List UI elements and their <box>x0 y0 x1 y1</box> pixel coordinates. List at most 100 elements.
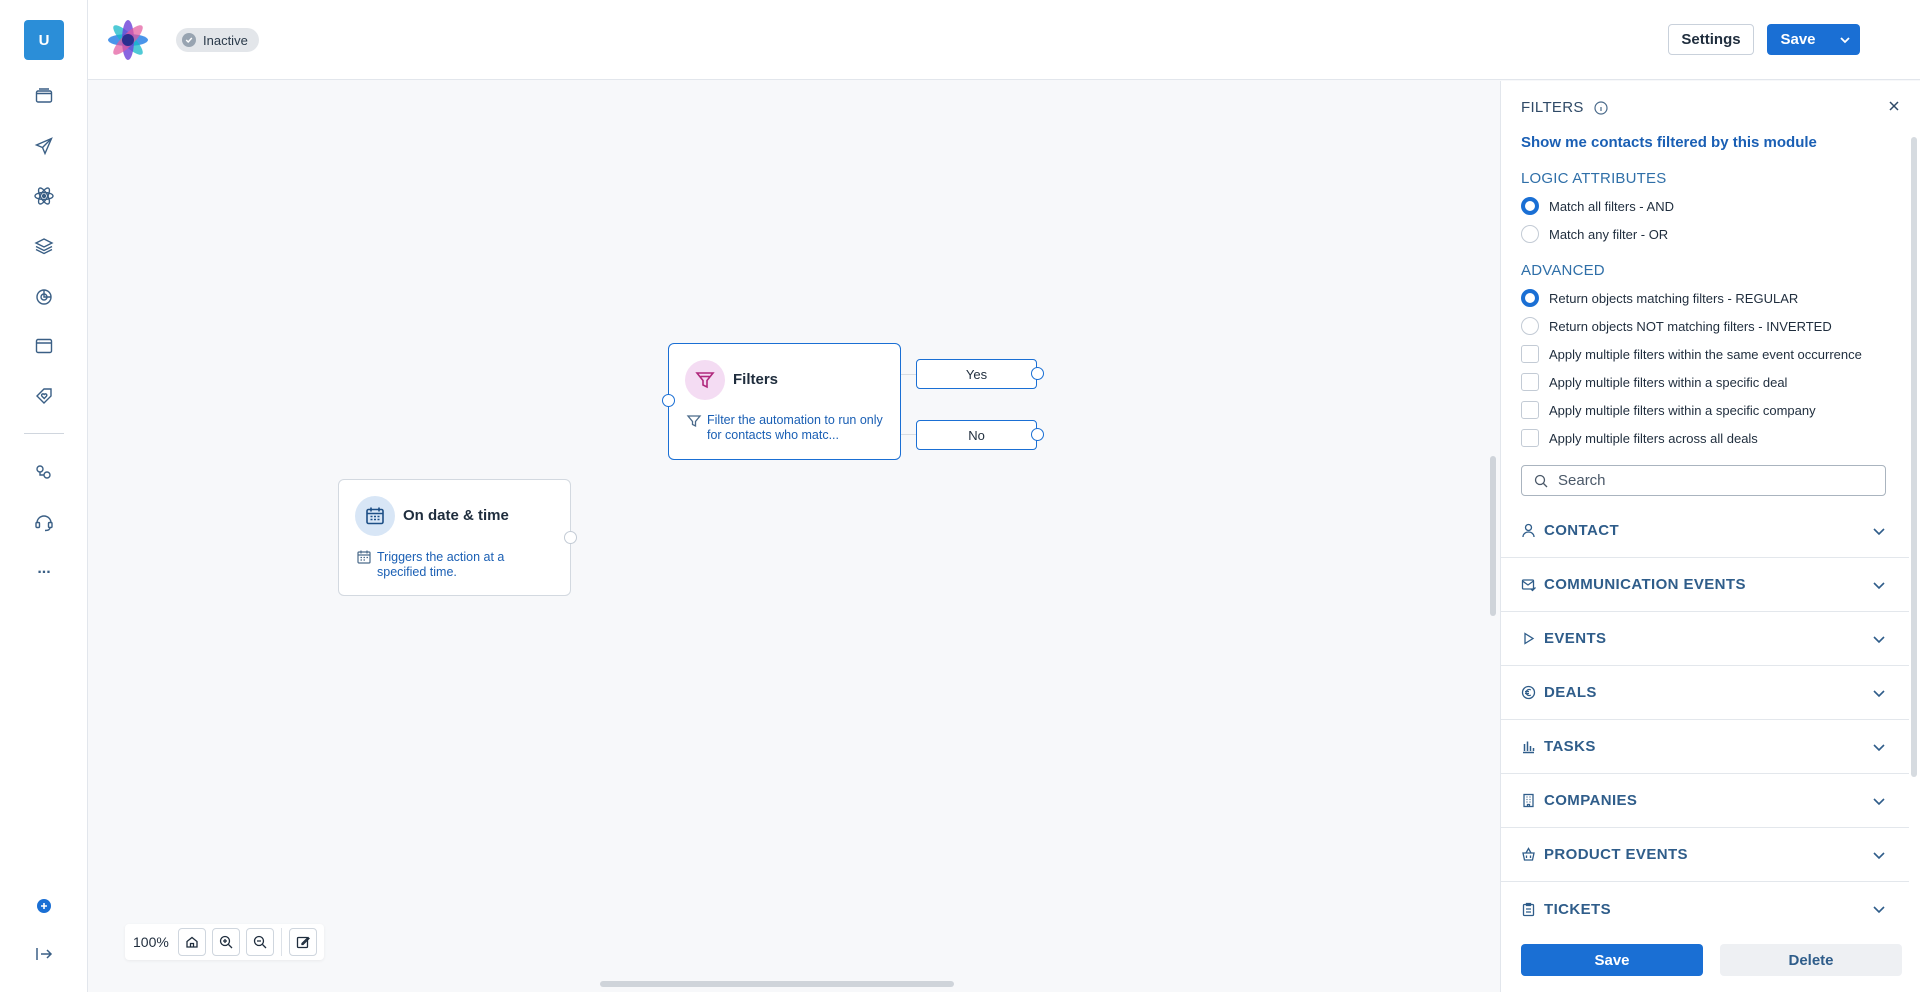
section-label: CONTACT <box>1544 522 1620 539</box>
calendar-small-icon <box>357 550 371 564</box>
automation-editor: U ... Inactive Settings Save Filters Fil… <box>0 0 1920 992</box>
specific-company-checkbox[interactable]: Apply multiple filters within a specific… <box>1521 401 1816 419</box>
zoom-toolbar-divider <box>280 928 282 956</box>
filters-input-port[interactable] <box>662 394 675 407</box>
building-icon <box>1520 793 1536 809</box>
sidebar-item-integrations[interactable] <box>29 457 59 487</box>
radio-button[interactable] <box>1521 317 1539 335</box>
user-avatar[interactable]: U <box>24 20 64 60</box>
sidebar-item-layers[interactable] <box>29 231 59 261</box>
option-label: Match any filter - OR <box>1549 226 1669 242</box>
branch-yes[interactable]: Yes <box>916 359 1037 389</box>
canvas-vertical-scrollbar[interactable] <box>1490 456 1496 616</box>
left-sidebar: U ... <box>0 0 88 992</box>
panel-scrollbar[interactable] <box>1911 137 1917 777</box>
same-event-checkbox[interactable]: Apply multiple filters within the same e… <box>1521 345 1862 363</box>
advanced-title: ADVANCED <box>1521 262 1605 279</box>
tag-heart-icon <box>36 388 52 404</box>
sidebar-item-folder[interactable] <box>29 81 59 111</box>
info-icon[interactable] <box>1594 100 1608 115</box>
trigger-node[interactable]: On date & time Triggers the action at a … <box>338 479 571 596</box>
sidebar-item-loyalty[interactable] <box>29 381 59 411</box>
option-label: Apply multiple filters within the same e… <box>1549 346 1862 362</box>
regular-radio[interactable]: Return objects matching filters - REGULA… <box>1521 289 1798 307</box>
key-icon <box>36 465 51 479</box>
logic-and-radio[interactable]: Match all filters - AND <box>1521 197 1674 215</box>
pie-chart-icon <box>36 289 52 305</box>
section-label: TICKETS <box>1544 900 1611 918</box>
sidebar-item-add[interactable] <box>29 891 59 921</box>
section-tasks[interactable]: TASKS <box>1501 720 1909 774</box>
panel-save-button[interactable]: Save <box>1521 944 1703 976</box>
zoom-in-button[interactable] <box>211 928 240 956</box>
panel-close-icon[interactable] <box>1887 99 1901 113</box>
section-deals[interactable]: DEALS <box>1501 666 1909 720</box>
fit-view-button[interactable] <box>177 928 206 956</box>
logic-or-radio[interactable]: Match any filter - OR <box>1521 225 1668 243</box>
calendar-icon <box>355 496 395 536</box>
save-options-button[interactable] <box>1829 24 1860 55</box>
checkbox[interactable] <box>1521 429 1539 447</box>
add-circle-icon <box>37 899 51 913</box>
inverted-radio[interactable]: Return objects NOT matching filters - IN… <box>1521 317 1832 335</box>
sidebar-item-reports[interactable] <box>29 281 59 311</box>
section-contact[interactable]: CONTACT <box>1501 504 1909 558</box>
sidebar-item-support[interactable] <box>29 507 59 537</box>
mail-check-icon <box>1520 577 1536 593</box>
option-label: Return objects matching filters - REGULA… <box>1549 290 1799 306</box>
workflow-canvas[interactable]: Filters Filter the automation to run onl… <box>88 81 1500 992</box>
chevron-down-icon <box>1873 744 1885 752</box>
show-contacts-link[interactable]: Show me contacts filtered by this module <box>1521 134 1817 151</box>
edit-button[interactable] <box>288 928 317 956</box>
radio-button[interactable] <box>1521 197 1539 215</box>
filters-panel: FILTERS Show me contacts filtered by thi… <box>1500 81 1920 992</box>
panel-delete-button[interactable]: Delete <box>1720 944 1902 976</box>
section-tickets[interactable]: TICKETS <box>1501 882 1909 936</box>
settings-button[interactable]: Settings <box>1668 24 1754 55</box>
filters-node[interactable]: Filters Filter the automation to run onl… <box>668 343 901 460</box>
section-communication-events[interactable]: COMMUNICATION EVENTS <box>1501 558 1909 612</box>
all-deals-checkbox[interactable]: Apply multiple filters across all deals <box>1521 429 1758 447</box>
trigger-node-title: On date & time <box>403 507 509 524</box>
chevron-down-icon <box>1873 852 1885 860</box>
home-icon <box>186 936 198 948</box>
trigger-output-port[interactable] <box>564 531 577 544</box>
radio-button[interactable] <box>1521 289 1539 307</box>
sidebar-item-more[interactable]: ... <box>29 554 59 584</box>
play-icon <box>1520 631 1536 647</box>
chevron-down-icon <box>1873 906 1885 914</box>
filters-node-description: Filter the automation to run only for co… <box>707 413 883 442</box>
folder-icon <box>35 88 53 103</box>
clipboard-icon <box>1520 901 1536 917</box>
specific-deal-checkbox[interactable]: Apply multiple filters within a specific… <box>1521 373 1787 391</box>
radio-button[interactable] <box>1521 225 1539 243</box>
canvas-horizontal-scrollbar[interactable] <box>600 981 954 987</box>
search-input[interactable] <box>1558 472 1858 489</box>
option-label: Match all filters - AND <box>1549 198 1674 214</box>
basket-icon <box>1520 847 1536 863</box>
section-companies[interactable]: COMPANIES <box>1501 774 1909 828</box>
zoom-out-button[interactable] <box>245 928 274 956</box>
section-events[interactable]: EVENTS <box>1501 612 1909 666</box>
zoom-toolbar: 100% <box>125 924 324 960</box>
checkbox[interactable] <box>1521 373 1539 391</box>
sidebar-item-pages[interactable] <box>29 331 59 361</box>
sidebar-item-campaigns[interactable] <box>29 131 59 161</box>
save-button[interactable]: Save <box>1767 24 1829 55</box>
yes-output-port[interactable] <box>1031 367 1044 380</box>
euro-icon <box>1520 685 1536 701</box>
chevron-down-icon <box>1873 690 1885 698</box>
send-icon <box>34 137 53 156</box>
branch-no[interactable]: No <box>916 420 1037 450</box>
zoom-in-icon <box>219 935 233 949</box>
no-output-port[interactable] <box>1031 428 1044 441</box>
section-product-events[interactable]: PRODUCT EVENTS <box>1501 828 1909 882</box>
logic-attributes-title: LOGIC ATTRIBUTES <box>1521 170 1667 187</box>
section-label: TASKS <box>1544 738 1596 755</box>
save-split-button[interactable]: Save <box>1767 24 1860 55</box>
sidebar-item-logout[interactable] <box>29 939 59 969</box>
atom-icon <box>34 187 54 205</box>
checkbox[interactable] <box>1521 345 1539 363</box>
checkbox[interactable] <box>1521 401 1539 419</box>
sidebar-item-automations[interactable] <box>29 181 59 211</box>
